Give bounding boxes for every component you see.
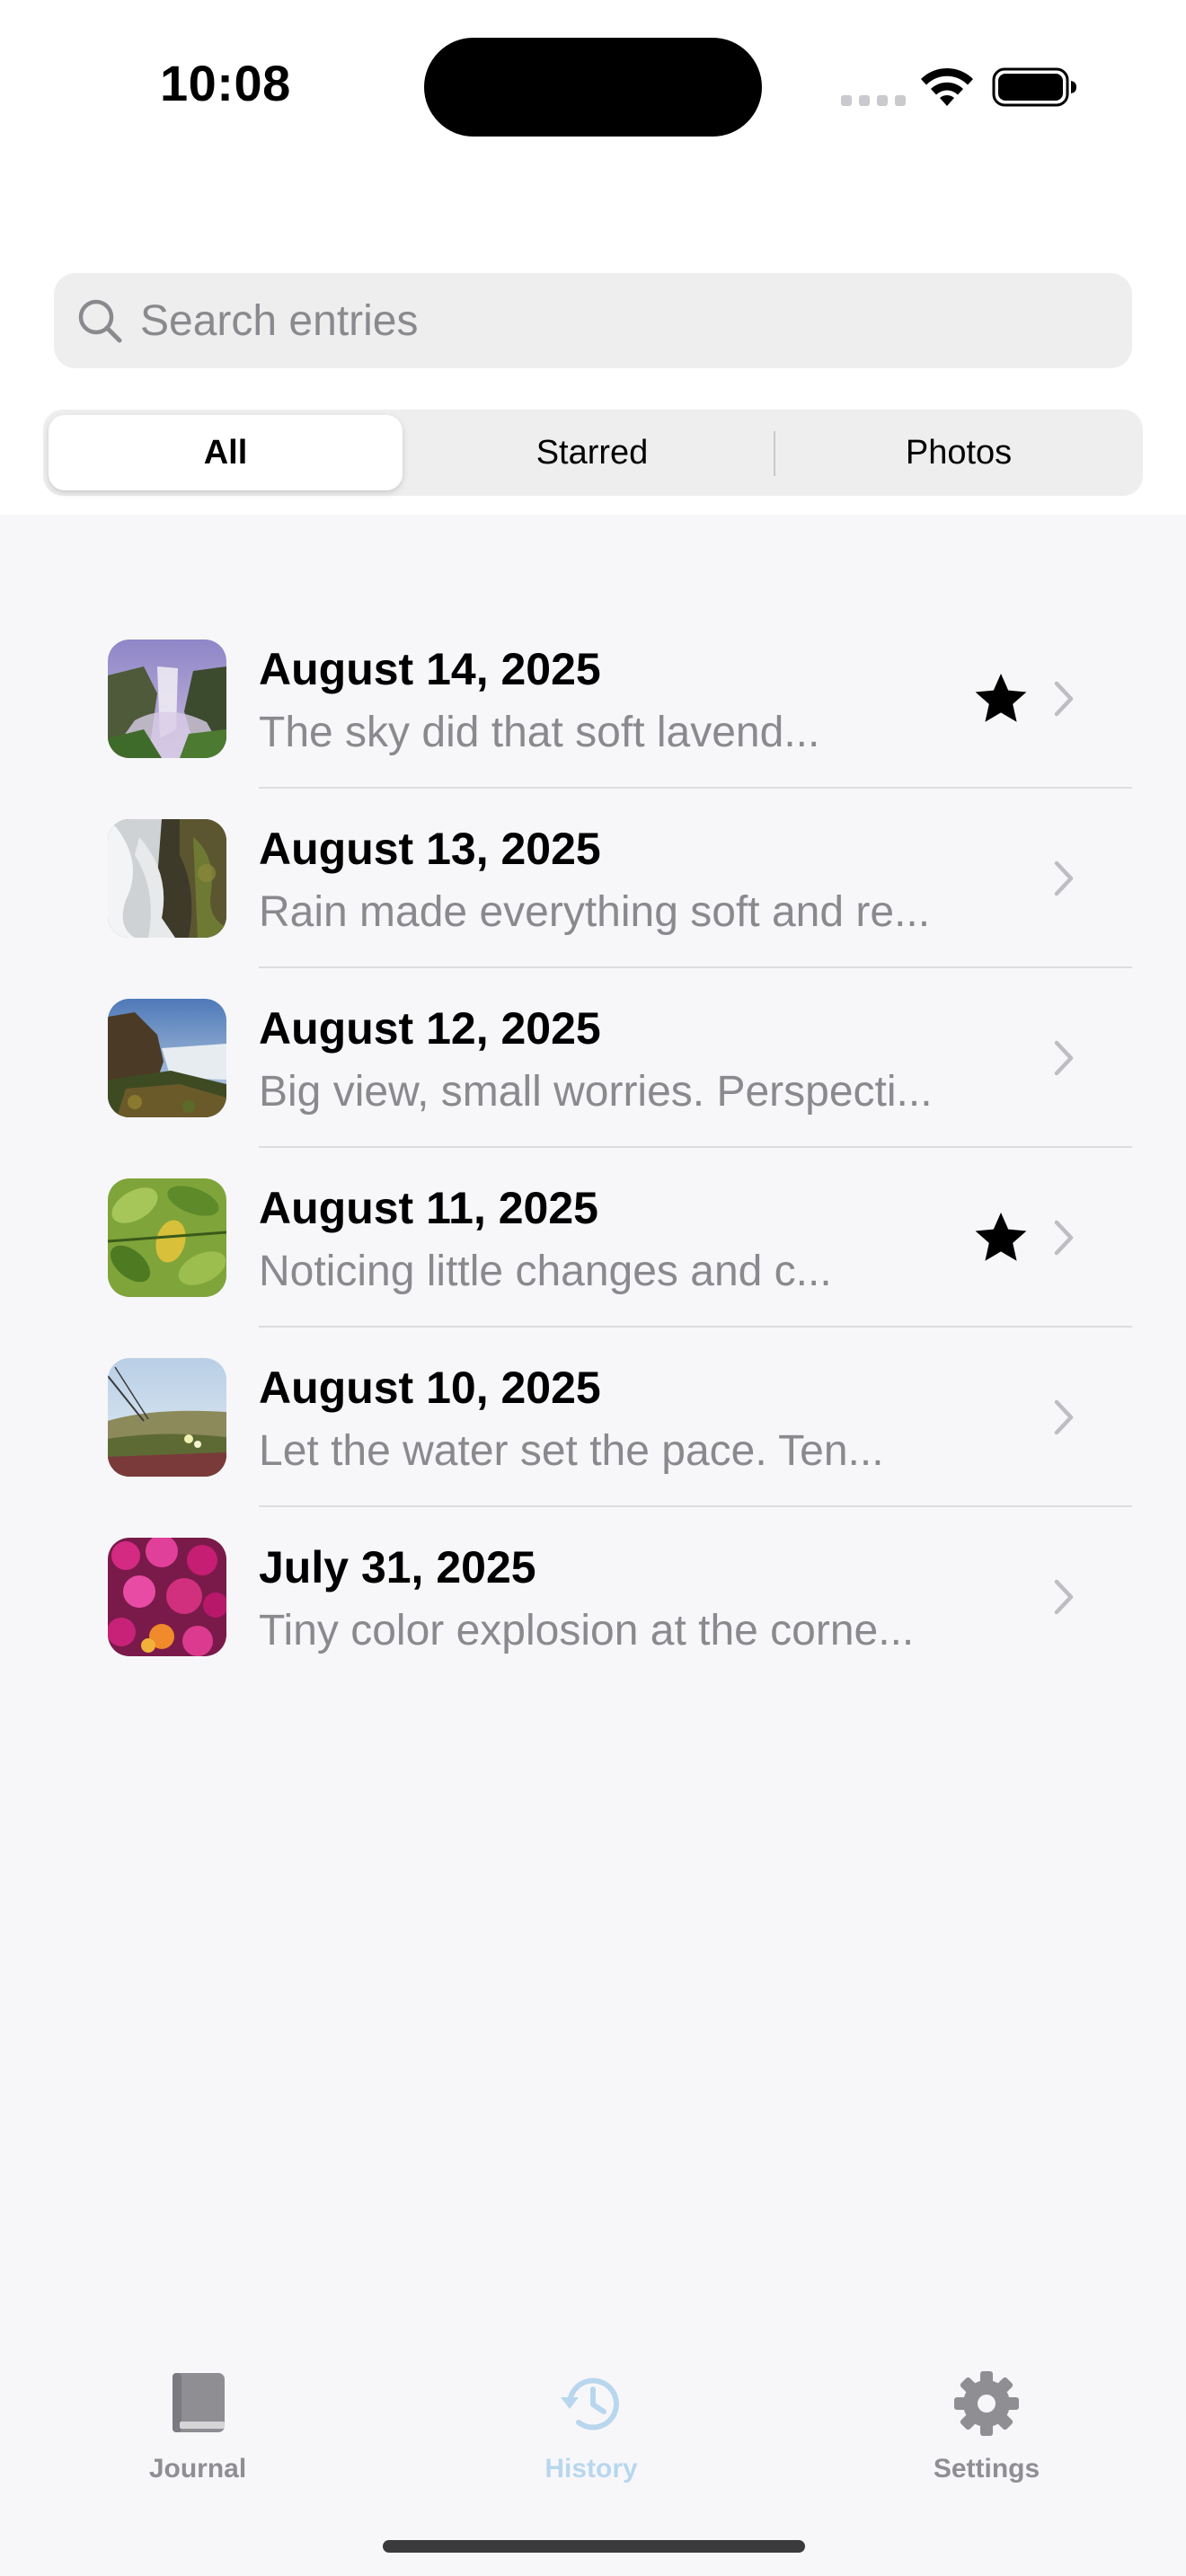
entry-thumbnail — [108, 1538, 226, 1656]
chevron-right-icon — [1054, 1579, 1074, 1615]
entry-thumbnail — [108, 1358, 226, 1477]
filter-segment-starred[interactable]: Starred — [415, 415, 769, 490]
search-bar[interactable] — [54, 273, 1132, 368]
entry-thumbnail — [108, 819, 226, 938]
entry-row[interactable]: August 11, 2025 Noticing little changes … — [86, 1148, 1132, 1328]
entry-row[interactable]: August 10, 2025 Let the water set the pa… — [86, 1328, 1132, 1507]
chevron-right-icon — [1054, 1220, 1074, 1256]
tab-label: Settings — [933, 2454, 1040, 2483]
entry-thumbnail — [108, 999, 226, 1117]
star-icon[interactable] — [972, 1209, 1030, 1266]
history-clock-icon — [561, 2378, 619, 2430]
book-icon — [173, 2373, 225, 2432]
entry-thumbnail — [108, 1178, 226, 1297]
green-leaves-photo — [108, 1178, 226, 1297]
tab-history[interactable]: History — [483, 2368, 699, 2502]
entry-row[interactable]: August 13, 2025 Rain made everything sof… — [86, 789, 1132, 968]
filter-segmented-control: All Starred Photos — [43, 410, 1143, 496]
segment-divider — [774, 431, 775, 476]
entry-date: August 12, 2025 — [259, 1003, 601, 1054]
chevron-right-icon — [1054, 1040, 1074, 1076]
search-icon — [78, 299, 122, 343]
entry-date: August 13, 2025 — [259, 824, 601, 874]
filter-segment-photos[interactable]: Photos — [782, 415, 1136, 490]
entry-date: August 14, 2025 — [259, 644, 601, 694]
star-icon[interactable] — [972, 670, 1030, 728]
chevron-right-icon — [1054, 1399, 1074, 1435]
entry-thumbnail — [108, 640, 226, 758]
status-time: 10:08 — [160, 55, 291, 111]
entry-preview: Rain made everything soft and re... — [259, 888, 931, 936]
battery-icon — [992, 67, 1076, 107]
entry-date: August 10, 2025 — [259, 1363, 601, 1413]
pink-flowers-photo — [108, 1538, 226, 1656]
entry-row[interactable]: August 14, 2025 The sky did that soft la… — [86, 609, 1132, 789]
entry-date: July 31, 2025 — [259, 1542, 536, 1592]
entry-preview: Let the water set the pace. Ten... — [259, 1427, 884, 1475]
entry-date: August 11, 2025 — [259, 1183, 598, 1233]
entry-preview: Big view, small worries. Perspecti... — [259, 1068, 933, 1116]
home-indicator — [383, 2540, 805, 2553]
chevron-right-icon — [1054, 681, 1074, 717]
filter-segment-all[interactable]: All — [49, 415, 403, 490]
entry-preview: The sky did that soft lavend... — [259, 709, 820, 756]
tab-label: Journal — [148, 2454, 247, 2483]
entry-row[interactable]: August 12, 2025 Big view, small worries.… — [86, 968, 1132, 1148]
entry-preview: Tiny color explosion at the corne... — [259, 1607, 915, 1654]
chevron-right-icon — [1054, 860, 1074, 896]
waterfall-mist-photo — [108, 640, 226, 758]
gear-icon — [954, 2371, 1019, 2436]
tab-label: History — [544, 2454, 638, 2483]
header-area: 10:08 All Starred Photos — [0, 0, 1186, 515]
cellular-signal-icon — [841, 95, 906, 106]
cliff-coast-photo — [108, 999, 226, 1117]
entry-row[interactable]: July 31, 2025 Tiny color explosion at th… — [86, 1507, 1132, 1687]
dynamic-island — [424, 38, 762, 137]
tab-settings[interactable]: Settings — [879, 2368, 1094, 2502]
tab-journal[interactable]: Journal — [90, 2368, 305, 2502]
wifi-icon — [921, 67, 973, 106]
waterfall-closeup-photo — [108, 819, 226, 938]
search-input[interactable] — [138, 273, 1111, 368]
entry-preview: Noticing little changes and c... — [259, 1248, 832, 1295]
hillside-flowers-photo — [108, 1358, 226, 1477]
